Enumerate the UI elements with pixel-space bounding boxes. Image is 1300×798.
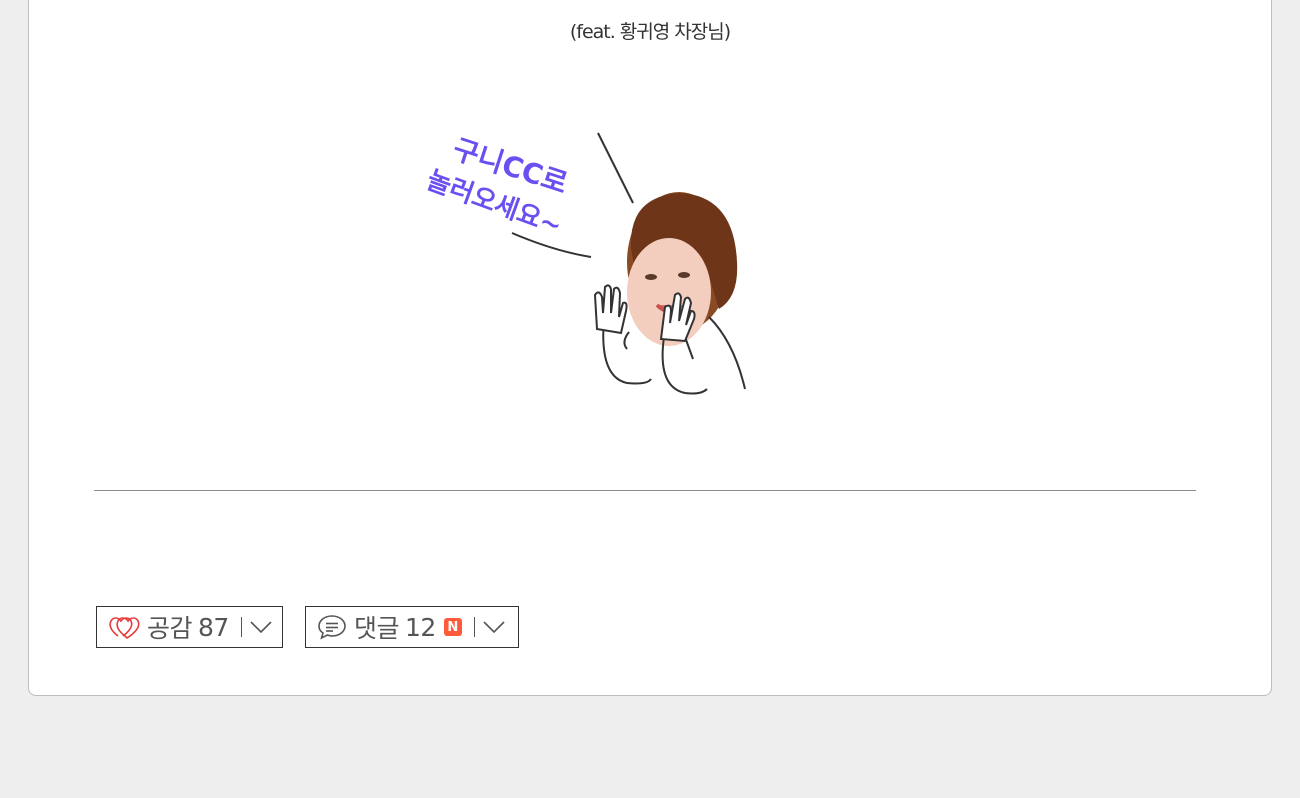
separator: [240, 617, 242, 637]
shout-line: [597, 132, 634, 204]
content-divider: [94, 490, 1196, 491]
speech-bubble-icon: [317, 613, 347, 641]
new-badge: N: [443, 618, 462, 636]
post-caption: (feat. 황귀영 차장님): [569, 21, 731, 43]
like-label: 공감: [147, 614, 193, 643]
like-button[interactable]: 공감 87: [96, 606, 283, 648]
heart-icon: [108, 615, 140, 639]
like-count: 87: [198, 612, 229, 642]
comment-label: 댓글: [354, 614, 400, 643]
comment-count: 12: [405, 612, 436, 642]
speech-text: 구니CC로 놀러오세요~: [423, 132, 572, 242]
comment-button[interactable]: 댓글 12 N: [305, 606, 519, 648]
chevron-down-icon[interactable]: [483, 620, 505, 634]
separator: [473, 617, 475, 637]
illustration-image: 구니CC로 놀러오세요~: [423, 132, 746, 395]
chevron-down-icon[interactable]: [250, 620, 272, 634]
post-card: (feat. 황귀영 차장님) 구니CC로 놀러오세요~ 공감 87 댓글 12…: [28, 0, 1272, 696]
